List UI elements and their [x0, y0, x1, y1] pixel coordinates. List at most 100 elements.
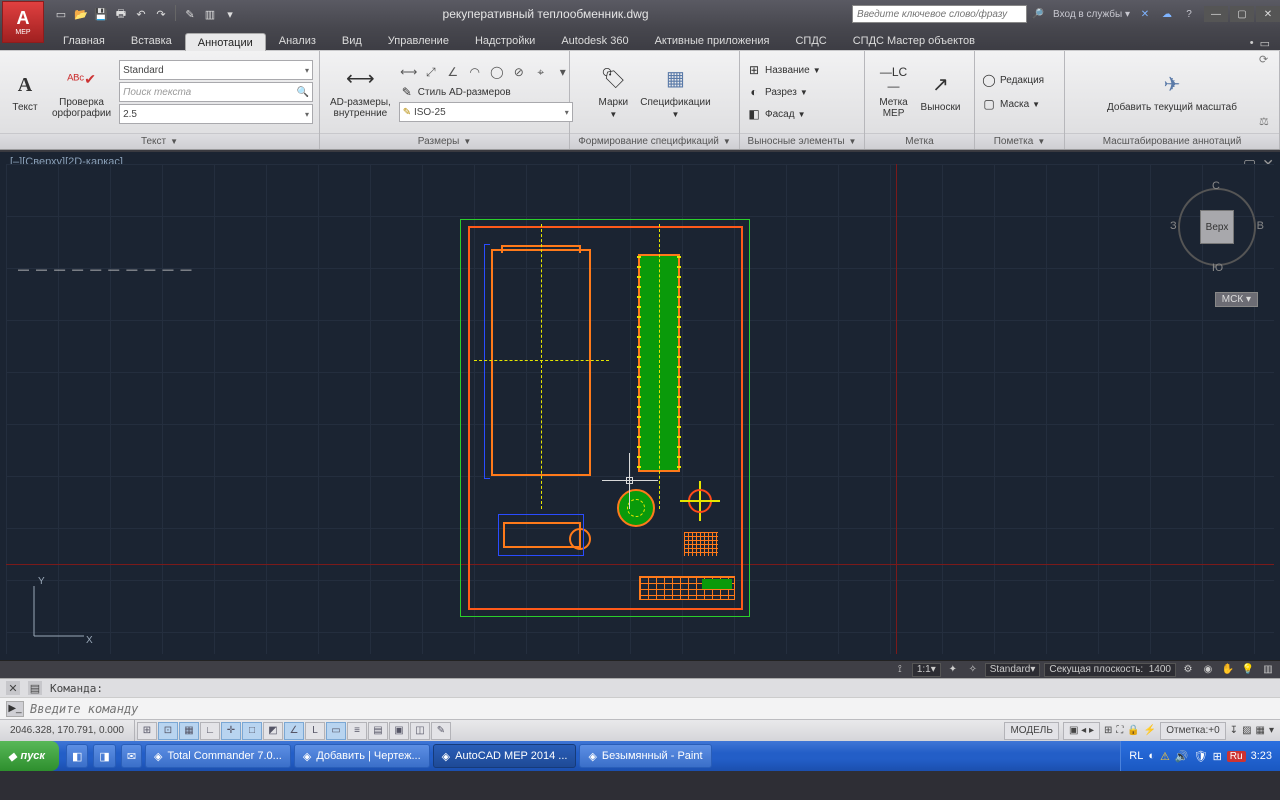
cloud-icon[interactable]: ☁: [1160, 7, 1174, 21]
ribbon-tab[interactable]: Вид: [329, 31, 375, 50]
dim-arc-icon[interactable]: ◠: [465, 62, 485, 82]
panel-title-dims[interactable]: Размеры▼: [320, 133, 569, 149]
coordinates[interactable]: 2046.328, 170.791, 0.000: [0, 720, 135, 741]
sign-in-link[interactable]: Вход в службы ▾: [1053, 9, 1130, 20]
elevation-callout[interactable]: ◧Фасад ▼: [746, 106, 821, 122]
replace-z-icon[interactable]: ↧: [1230, 725, 1238, 736]
quicklaunch-2[interactable]: ◨: [93, 744, 115, 768]
quicklaunch-1[interactable]: ◧: [66, 744, 88, 768]
toggle-lwt[interactable]: ≡: [347, 722, 367, 740]
quicklaunch-3[interactable]: ✉: [121, 744, 142, 768]
tags-button[interactable]: 🏷Марки▼: [594, 63, 632, 122]
cmd-close-icon[interactable]: ✕: [6, 681, 20, 695]
start-button[interactable]: ◆ пуск: [0, 741, 59, 771]
taskbar-item[interactable]: ◈Безымянный - Paint: [579, 744, 711, 768]
ribbon-tab[interactable]: Управление: [375, 31, 462, 50]
toggle-qp[interactable]: ▣: [389, 722, 409, 740]
annoauto-icon[interactable]: ✧: [965, 663, 981, 677]
ribbon-tab[interactable]: СПДС Мастер объектов: [840, 31, 988, 50]
dim-style-combo[interactable]: ✎ ISO-25▾: [399, 102, 573, 122]
clean-screen-icon[interactable]: ▥: [1260, 663, 1276, 677]
toggle-ortho[interactable]: ∟: [200, 722, 220, 740]
view-cube[interactable]: Верх С Ю З В: [1172, 182, 1262, 272]
toggle-ducs[interactable]: L: [305, 722, 325, 740]
ribbon-tab[interactable]: Аннотации: [185, 33, 266, 51]
tray-language[interactable]: Ru: [1227, 751, 1246, 762]
leaders-button[interactable]: ↗Выноски: [917, 68, 965, 116]
panel-title-text[interactable]: Текст▼: [0, 133, 319, 149]
dim-angular-icon[interactable]: ∠: [443, 62, 463, 82]
add-scale-button[interactable]: ✈Добавить текущий масштаб: [1103, 68, 1241, 116]
cmd-recent-icon[interactable]: ▤: [28, 681, 42, 695]
panel-title-callout[interactable]: Выносные элементы▼: [740, 133, 864, 149]
layerkey-icon[interactable]: ▦: [1256, 725, 1265, 736]
wcs-badge[interactable]: МСК ▾: [1215, 292, 1258, 307]
hardware-accel-icon[interactable]: ⚙: [1180, 663, 1196, 677]
schedules-button[interactable]: ▦Спецификации▼: [636, 63, 714, 122]
help-icon[interactable]: ?: [1182, 7, 1196, 21]
ucs-icon[interactable]: X Y: [24, 576, 94, 646]
layout-nav[interactable]: ▣ ◂ ▸: [1063, 722, 1100, 740]
drawing-area[interactable]: [–][Сверху][2D-каркас] — ▢ ✕ — — — — — —…: [0, 150, 1280, 660]
ribbon-tab[interactable]: Вставка: [118, 31, 185, 50]
ribbon-tab[interactable]: СПДС: [782, 31, 839, 50]
tray-icon-4[interactable]: 🛡: [1194, 750, 1208, 763]
bulb-icon[interactable]: 💡: [1240, 663, 1256, 677]
text-height-combo[interactable]: 2.5▾: [119, 104, 313, 124]
isolate-icon[interactable]: ◉: [1200, 663, 1216, 677]
panel-title-spec[interactable]: Формирование спецификаций▼: [570, 133, 739, 149]
toggle-snap[interactable]: ⊡: [158, 722, 178, 740]
toggle-dyn[interactable]: ▭: [326, 722, 346, 740]
tray-icon-5[interactable]: ⊞: [1213, 750, 1222, 763]
toggle-otrack[interactable]: ∠: [284, 722, 304, 740]
tray-icon-2[interactable]: ⚠: [1160, 750, 1170, 763]
command-input[interactable]: [30, 702, 1274, 716]
open-icon[interactable]: 📂: [72, 5, 90, 23]
toggle-osnap[interactable]: □: [242, 722, 262, 740]
annovis-icon[interactable]: ✦: [945, 663, 961, 677]
cmd-prompt-icon[interactable]: ▶_: [6, 701, 24, 717]
tray-lang-small[interactable]: RL: [1129, 750, 1143, 762]
save-icon[interactable]: 💾: [92, 5, 110, 23]
redo-icon[interactable]: ↷: [152, 5, 170, 23]
maximize-button[interactable]: ▢: [1230, 6, 1254, 22]
toggle-3dosnap[interactable]: ◩: [263, 722, 283, 740]
dim-ordinate-icon[interactable]: ⌖: [531, 62, 551, 82]
close-button[interactable]: ✕: [1256, 6, 1280, 22]
find-text-input[interactable]: Поиск текста🔍: [119, 82, 313, 102]
perf-icon[interactable]: ⚡: [1144, 725, 1156, 736]
sync-scales-icon[interactable]: ⟳: [1259, 53, 1275, 69]
print-icon[interactable]: 🖶: [112, 5, 130, 23]
mep-label-button[interactable]: —LC—Метка MEP: [875, 63, 913, 122]
maximize-vp-icon[interactable]: ⛶: [1116, 725, 1123, 736]
annotation-scale[interactable]: 1:1 ▾: [912, 663, 941, 677]
quickview-icon[interactable]: ⊞: [1104, 725, 1112, 736]
layer-icon[interactable]: ▥: [201, 5, 219, 23]
revision-button[interactable]: ◯Редакция: [981, 72, 1044, 88]
binoculars-icon[interactable]: 🔎: [1031, 7, 1045, 21]
surface-hatch-icon[interactable]: ▨: [1242, 725, 1251, 736]
toggle-tpy[interactable]: ▤: [368, 722, 388, 740]
taskbar-item[interactable]: ◈Total Commander 7.0...: [145, 744, 291, 768]
text-style-combo[interactable]: Standard▾: [119, 60, 313, 80]
elevation-readout[interactable]: Отметка: +0: [1160, 722, 1225, 740]
ribbon-tab[interactable]: Autodesk 360: [548, 31, 641, 50]
dimensions-button[interactable]: ⟷AD-размеры, внутренние: [326, 63, 395, 122]
pan-icon[interactable]: ✋: [1220, 663, 1236, 677]
dim-diameter-icon[interactable]: ⊘: [509, 62, 529, 82]
toggle-infer[interactable]: ⊞: [137, 722, 157, 740]
toggle-polar[interactable]: ✛: [221, 722, 241, 740]
search-input[interactable]: [852, 5, 1027, 23]
exchange-icon[interactable]: ✕: [1138, 7, 1152, 21]
toggle-sc[interactable]: ◫: [410, 722, 430, 740]
toggle-am[interactable]: ✎: [431, 722, 451, 740]
toggle-grid[interactable]: ▦: [179, 722, 199, 740]
dim-linear-icon[interactable]: ⟷: [399, 62, 419, 82]
scale-list-icon[interactable]: ⚖: [1259, 115, 1275, 131]
taskbar-item[interactable]: ◈Добавить | Чертеж...: [294, 744, 430, 768]
spellcheck-button[interactable]: ᴬᴮᶜ✔Проверка орфографии: [48, 63, 115, 122]
dim-aligned-icon[interactable]: ⤢: [421, 62, 441, 82]
ribbon-tab[interactable]: Активные приложения: [642, 31, 783, 50]
ribbon-tab[interactable]: Надстройки: [462, 31, 548, 50]
brush-icon[interactable]: ✎: [181, 5, 199, 23]
